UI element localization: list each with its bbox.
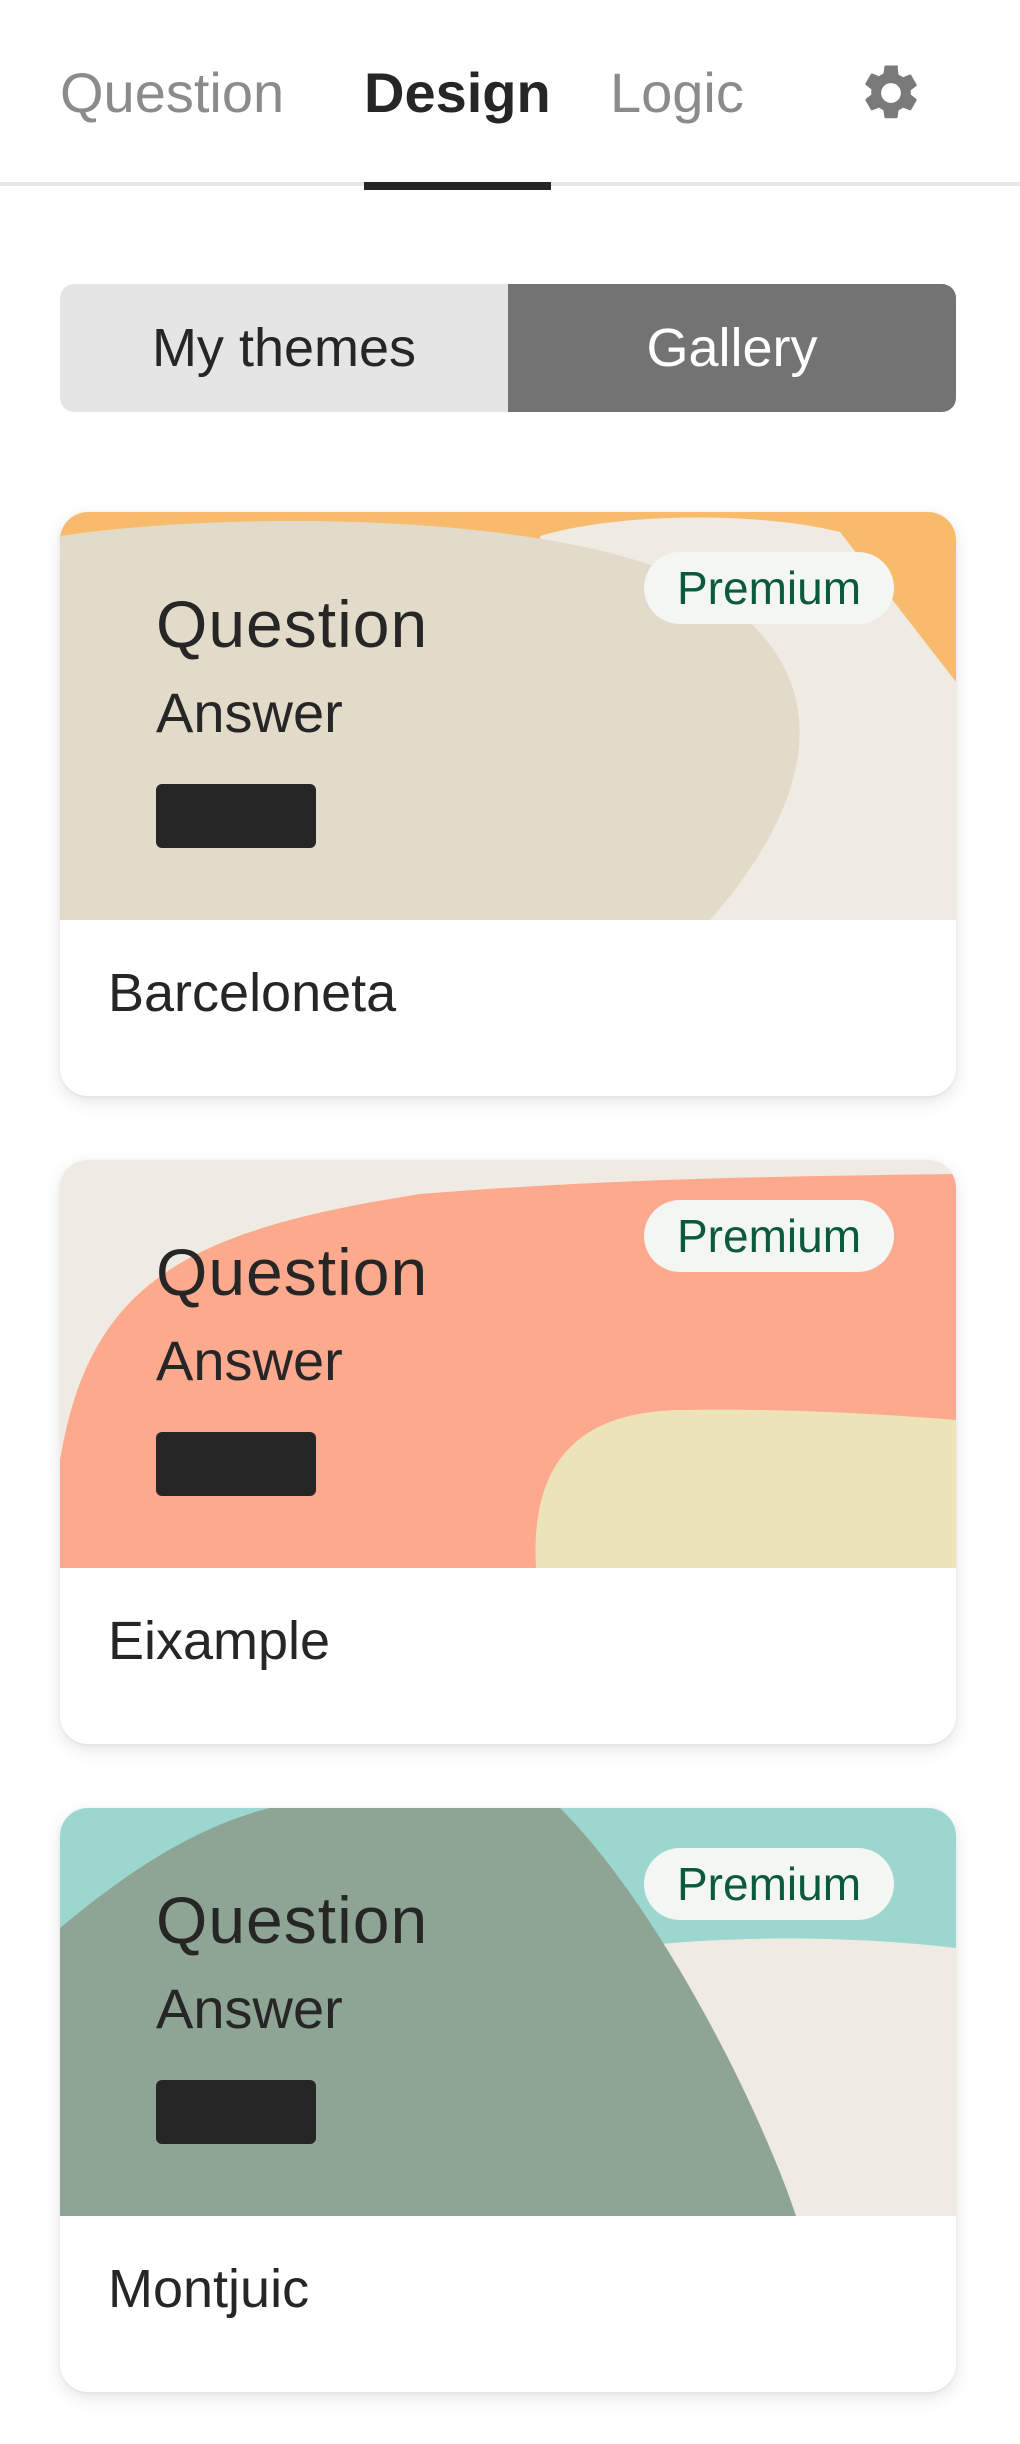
- theme-card-eixample[interactable]: Question Answer Premium Eixample: [60, 1160, 956, 1744]
- preview-answer: Answer: [156, 1329, 343, 1392]
- theme-preview: Question Answer Premium: [60, 1808, 956, 2216]
- premium-badge: Premium: [644, 1200, 894, 1272]
- theme-card-barceloneta[interactable]: Question Answer Premium Barceloneta: [60, 512, 956, 1096]
- preview-answer: Answer: [156, 1977, 343, 2040]
- theme-preview: Question Answer Premium: [60, 512, 956, 920]
- gallery-button[interactable]: Gallery: [508, 284, 956, 412]
- preview-button: [156, 2080, 316, 2144]
- tab-design[interactable]: Design: [364, 58, 551, 190]
- preview-button: [156, 1432, 316, 1496]
- editor-tabbar: Question Design Logic: [0, 0, 1020, 190]
- my-themes-button[interactable]: My themes: [60, 284, 508, 412]
- premium-badge: Premium: [644, 552, 894, 624]
- theme-name: Barceloneta: [108, 963, 397, 1023]
- theme-name: Montjuic: [108, 2259, 310, 2319]
- premium-badge: Premium: [644, 1848, 894, 1920]
- preview-question: Question: [156, 1883, 429, 1957]
- preview-question: Question: [156, 1235, 429, 1309]
- theme-name: Eixample: [108, 1611, 331, 1671]
- tab-logic[interactable]: Logic: [610, 58, 744, 186]
- tab-question[interactable]: Question: [60, 58, 284, 186]
- theme-preview: Question Answer Premium: [60, 1160, 956, 1568]
- preview-answer: Answer: [156, 681, 343, 744]
- theme-card-montjuic[interactable]: Question Answer Premium Montjuic: [60, 1808, 956, 2392]
- theme-source-switch: My themes Gallery: [60, 284, 956, 412]
- preview-question: Question: [156, 587, 429, 661]
- gear-icon[interactable]: [858, 60, 924, 126]
- preview-button: [156, 784, 316, 848]
